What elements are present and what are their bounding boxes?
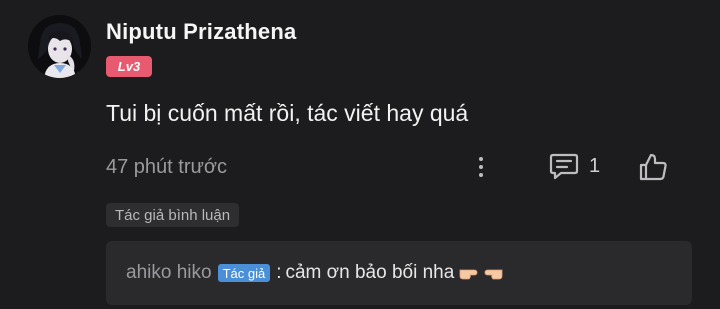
more-vertical-icon (479, 157, 483, 161)
more-options-button[interactable] (470, 151, 492, 183)
reply-preview[interactable]: ahiko hiko Tác giả : cảm ơn bảo bối nha (106, 241, 692, 305)
comment-text: Tui bị cuốn mất rồi, tác viết hay quá (106, 100, 469, 126)
pointing-left-hand-icon (484, 269, 503, 280)
author-commented-tag: Tác giả bình luận (106, 203, 240, 227)
avatar[interactable] (28, 15, 91, 78)
author-badge: Tác giả (217, 264, 271, 282)
reply-text: cảm ơn bảo bối nha (285, 262, 455, 283)
reply-separator: : (276, 262, 282, 283)
like-button[interactable] (638, 152, 668, 187)
level-badge: Lv3 (106, 56, 152, 77)
reply-line: ahiko hiko Tác giả : cảm ơn bảo bối nha (126, 262, 504, 284)
pointing-hands-emoji (458, 264, 504, 282)
timestamp: 47 phút trước (106, 156, 228, 178)
thumbs-up-icon (639, 153, 667, 181)
username[interactable]: Niputu Prizathena (106, 19, 296, 45)
reply-count: 1 (589, 154, 601, 177)
reply-author[interactable]: ahiko hiko (126, 262, 212, 284)
pointing-right-hand-icon (459, 269, 478, 280)
reply-button[interactable]: 1 (549, 152, 600, 180)
avatar-image (28, 15, 91, 78)
comment-icon (549, 153, 579, 180)
